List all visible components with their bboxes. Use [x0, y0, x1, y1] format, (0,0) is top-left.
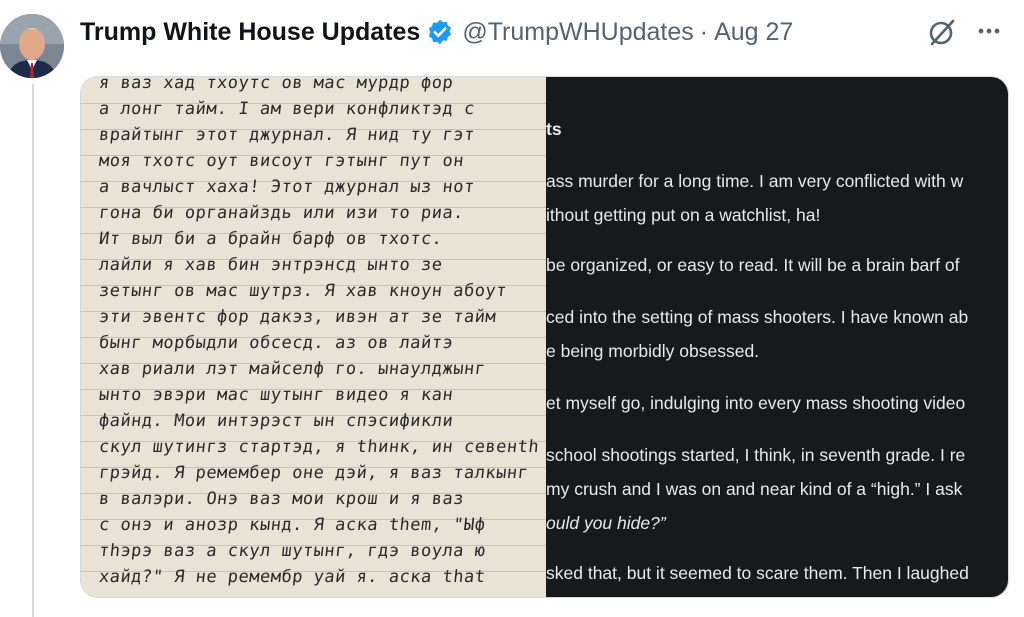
avatar[interactable] — [0, 14, 64, 78]
transcript-line: school shootings started, I think, in se… — [546, 445, 966, 465]
tweet-media[interactable]: я ваз хад тхоутс ов мас мурдр фор а лонг… — [80, 76, 1009, 598]
handwritten-line: врайтынг этот джурнал. Я нид ту гэт — [97, 125, 476, 145]
handwritten-line: эти эвентс фор дакэз, ивэн ат зе тайм — [97, 307, 498, 327]
transcript-panel[interactable]: ts ass murder for a long time. I am very… — [546, 77, 1008, 597]
thread-line — [32, 84, 34, 617]
handwritten-line: зетынг ов мас шутрз. Я хав кноун абоут — [97, 281, 508, 301]
handwritten-line: я ваз хад тхоутс ов мас мурдр фор — [97, 77, 455, 93]
handwritten-line: лайли я хав бин энтрэнсд ынто зе — [97, 255, 444, 275]
handwritten-journal-photo[interactable]: я ваз хад тхоутс ов мас мурдр фор а лонг… — [81, 77, 546, 597]
transcript-line: my crush and I was on and near kind of a… — [546, 479, 963, 499]
tweet-date[interactable]: Aug 27 — [714, 18, 793, 47]
handwritten-line: моя тхотс оут висоут гэтынг пут он — [97, 151, 466, 171]
transcript-line: sked that, but it seemed to scare them. … — [546, 563, 969, 583]
author-handle[interactable]: @TrumpWHUpdates — [462, 18, 693, 47]
more-options-icon[interactable] — [974, 16, 1004, 46]
handwritten-line: файнд. Мои интэрэст ын спэсификли — [97, 411, 455, 431]
handwritten-line: хайд?" Я не ремембр уай я. аска that — [97, 567, 487, 587]
handwritten-line: Ит выл би а брайн барф ов тхотс. — [97, 229, 444, 249]
transcript-line: be organized, or easy to read. It will b… — [546, 255, 960, 275]
handwritten-line: хав риали лэт майселф го. ынаулджынг — [97, 359, 487, 379]
transcript-line: ced into the setting of mass shooters. I… — [546, 307, 969, 327]
transcript-line: ass murder for a long time. I am very co… — [546, 171, 964, 191]
tweet-header: Trump White House Updates @TrumpWHUpdate… — [80, 14, 1024, 50]
grok-icon[interactable] — [926, 16, 958, 48]
handwritten-line: а вачлыст хаха! Этот джурнал ыз нот — [97, 177, 476, 197]
handwritten-line: грэйд. Я ремембер оне дэй, я ваз талкынг — [97, 463, 530, 483]
transcript-line: e being morbidly obsessed. — [546, 341, 760, 361]
transcript-line: ithout getting put on a watchlist, ha! — [546, 205, 821, 225]
handwritten-line: тhэрэ ваз а скул шутынг, гдэ воула ю — [97, 541, 487, 561]
avatar-image — [0, 14, 64, 78]
handwritten-line: скул шутингз стартэд, я thинк, ин севенt… — [97, 437, 541, 457]
transcript-heading: ts — [546, 119, 562, 139]
handwritten-line: а лонг тайм. I ам вери конфликтэд с — [97, 99, 476, 119]
handwritten-line: гона би органайздь или изи то риа. — [97, 203, 466, 223]
handwritten-line: бынг морбыдли обсесд. аз ов лайтэ — [97, 333, 455, 353]
transcript-line: et myself go, indulging into every mass … — [546, 393, 966, 413]
handwritten-line: в валэри. Онэ ваз мои крош и я ваз — [97, 489, 466, 509]
transcript-line: ould you hide?” — [546, 513, 666, 533]
handwritten-line: ынто эвэри мас шутынг видео я кан — [97, 385, 455, 405]
handwritten-line: с онэ и анозр кынд. Я аска them, "Ыф — [97, 515, 487, 535]
verified-badge-icon — [426, 18, 454, 46]
author-name[interactable]: Trump White House Updates — [80, 18, 420, 47]
separator-dot: · — [699, 17, 709, 46]
